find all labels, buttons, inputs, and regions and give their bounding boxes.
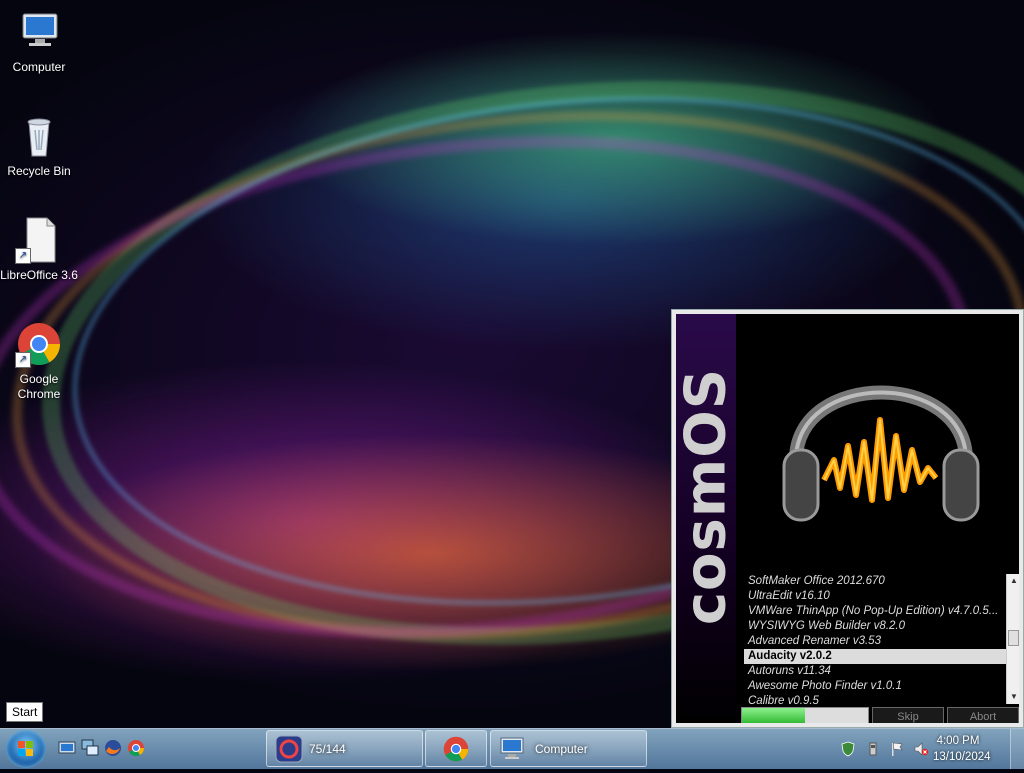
desktop-icon-google-chrome[interactable]: ↗ Google Chrome	[0, 320, 78, 402]
shortcut-arrow-icon: ↗	[15, 248, 31, 264]
list-item[interactable]: VMWare ThinApp (No Pop-Up Edition) v4.7.…	[744, 604, 1006, 619]
taskbar-clock[interactable]: 4:00 PM 13/10/2024	[933, 733, 991, 765]
skip-button[interactable]: Skip	[872, 707, 944, 723]
computer-icon	[15, 8, 63, 56]
usb-device-tray-icon[interactable]	[865, 741, 881, 757]
action-center-flag-icon[interactable]	[889, 741, 905, 757]
list-item[interactable]: Awesome Photo Finder v1.0.1	[744, 679, 1006, 694]
list-item-selected[interactable]: Audacity v2.0.2	[744, 649, 1006, 664]
cosmos-app-icon	[275, 735, 303, 763]
program-list[interactable]: SoftMaker Office 2012.670 UltraEdit v16.…	[744, 574, 1006, 704]
start-tooltip: Start	[6, 702, 44, 722]
list-item[interactable]: UltraEdit v16.10	[744, 589, 1006, 604]
list-item[interactable]: Calibre v0.9.5	[744, 694, 1006, 704]
security-shield-tray-icon[interactable]	[840, 741, 856, 757]
task-label: Computer	[535, 742, 588, 756]
brand-logo: cosmOS	[676, 367, 739, 626]
show-desktop-button[interactable]	[1010, 729, 1024, 769]
desktop-icon-label: Recycle Bin	[7, 164, 71, 178]
clock-time: 4:00 PM	[936, 735, 980, 747]
audacity-headphones-logo	[782, 385, 980, 522]
list-item[interactable]: Advanced Renamer v3.53	[744, 634, 1006, 649]
start-button[interactable]	[6, 730, 46, 768]
computer-icon	[500, 737, 524, 759]
list-item[interactable]: WYSIWYG Web Builder v8.2.0	[744, 619, 1006, 634]
progress-bar	[741, 707, 869, 723]
cosmos-splash-window: cosmOS SoftMaker Office 2012.670 UltraEd…	[671, 309, 1024, 728]
scroll-thumb[interactable]	[1008, 630, 1019, 646]
recycle-bin-icon	[15, 112, 63, 160]
list-item[interactable]: Autoruns v11.34	[744, 664, 1006, 679]
show-desktop-quick-icon[interactable]	[58, 739, 76, 757]
clock-date: 13/10/2024	[933, 751, 991, 763]
brand-strip: cosmOS	[676, 314, 739, 723]
shortcut-arrow-icon: ↗	[15, 352, 31, 368]
list-item[interactable]: SoftMaker Office 2012.670	[744, 574, 1006, 589]
firefox-quick-icon[interactable]	[104, 739, 122, 757]
progress-fill	[742, 708, 805, 723]
desktop-icon-recycle-bin[interactable]: Recycle Bin	[0, 112, 78, 179]
splash-content: cosmOS SoftMaker Office 2012.670 UltraEd…	[676, 314, 1019, 723]
desktop-icon-label: Google Chrome	[17, 372, 61, 401]
task-label: 75/144	[309, 742, 346, 756]
chrome-quick-icon[interactable]	[127, 739, 145, 757]
scroll-up-icon[interactable]: ▲	[1007, 574, 1019, 588]
desktop-icon-label: Computer	[12, 60, 66, 74]
desktop-icon-computer[interactable]: Computer	[0, 8, 78, 75]
taskbar-task-computer[interactable]: Computer	[490, 730, 647, 767]
desktop-icon-libreoffice[interactable]: ↗ LibreOffice 3.6	[0, 216, 78, 283]
program-list-scrollbar[interactable]: ▲ ▼	[1006, 574, 1019, 704]
taskbar-task-chrome[interactable]	[425, 730, 487, 767]
chrome-icon	[443, 736, 469, 762]
volume-muted-icon[interactable]	[913, 741, 929, 757]
window-switcher-quick-icon[interactable]	[81, 739, 99, 757]
desktop-icon-label: LibreOffice 3.6	[0, 268, 78, 282]
abort-button[interactable]: Abort	[947, 707, 1019, 723]
taskbar: 75/144 Computer 4:00 PM 13/10/2024	[0, 728, 1024, 769]
libreoffice-icon: ↗	[15, 216, 63, 264]
windows-logo-icon	[18, 741, 33, 756]
taskbar-task-cosmos[interactable]: 75/144	[266, 730, 423, 767]
scroll-down-icon[interactable]: ▼	[1007, 690, 1019, 704]
chrome-icon: ↗	[15, 320, 63, 368]
